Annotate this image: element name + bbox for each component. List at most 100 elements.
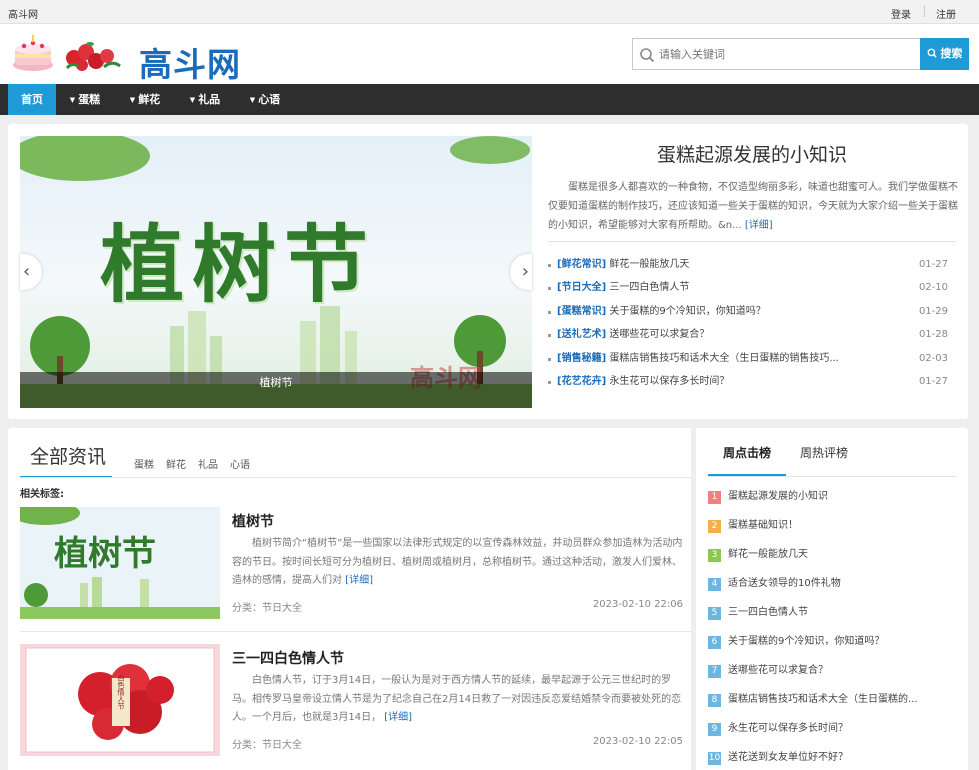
divider — [708, 476, 956, 477]
rank-number: 6 — [708, 636, 721, 649]
article-desc-text: 植树节简介“植树节”是一些国家以法律形式规定的以宣传森林效益，并动员群众参加造林… — [232, 538, 683, 586]
rank-title[interactable]: 送哪些花可以求复合？ — [728, 665, 828, 676]
nav-item-label: 鲜花 — [138, 93, 161, 106]
rank-title[interactable]: 蛋糕起源发展的小知识 — [728, 491, 828, 502]
news-tag[interactable]: [蛋糕常识] — [557, 306, 606, 317]
news-title[interactable]: 三一四白色情人节 — [609, 282, 689, 293]
list-item[interactable]: [蛋糕常识] 关于蛋糕的9个冷知识，你知道吗？ 01-29 — [548, 300, 948, 323]
list-item[interactable]: 2 蛋糕基础知识！ — [708, 516, 960, 545]
rank-title[interactable]: 适合送女领导的10件礼物 — [728, 578, 841, 589]
rank-title[interactable]: 蛋糕基础知识！ — [728, 520, 798, 531]
logo-text: 高斗网 — [139, 45, 241, 84]
login-link[interactable]: 登录 — [891, 6, 911, 21]
list-item[interactable]: 5 三一四白色情人节 — [708, 603, 960, 632]
nav-item-message[interactable]: ▼ 心语 — [240, 84, 290, 115]
news-title[interactable]: 永生花可以保存多长时间？ — [609, 376, 729, 387]
article-more-link[interactable]: [详细] — [345, 575, 373, 586]
article-title[interactable]: 植树节 — [232, 511, 274, 531]
nav-item-gift[interactable]: ▼ 礼品 — [180, 84, 230, 115]
bullet-icon — [548, 334, 551, 338]
nav-item-flower[interactable]: ▼ 鲜花 — [120, 84, 170, 115]
news-title[interactable]: 送哪些花可以求复合？ — [609, 329, 709, 340]
caret-down-icon: ▼ — [69, 96, 76, 104]
category-link-flower[interactable]: 鲜花 — [166, 460, 186, 471]
article-time: 2023-02-10 22:05 — [592, 736, 683, 747]
article-time: 2023-02-10 22:06 — [592, 599, 683, 610]
rank-title[interactable]: 永生花可以保存多长时间？ — [728, 723, 848, 734]
news-title[interactable]: 鲜花一般能放几天 — [609, 259, 689, 270]
news-tag[interactable]: [送礼艺术] — [557, 329, 606, 340]
tab-weekly-comments[interactable]: 周热评榜 — [800, 444, 848, 461]
bullet-icon — [548, 287, 551, 291]
list-item[interactable]: 10 送花送到女友单位好不好？ — [708, 748, 960, 770]
caret-down-icon: ▼ — [189, 96, 196, 104]
article-image: 植树节 — [20, 507, 220, 619]
search-button[interactable]: 搜索 — [920, 38, 969, 70]
news-tag[interactable]: [节日大全] — [557, 282, 606, 293]
register-link[interactable]: 注册 — [936, 6, 956, 21]
bullet-icon — [548, 310, 551, 314]
nav-item-label: 礼品 — [198, 93, 221, 106]
article-title[interactable]: 三一四白色情人节 — [232, 648, 344, 668]
article-more-link[interactable]: [详细] — [384, 712, 412, 723]
main-nav: 首页 ▼ 蛋糕 ▼ 鲜花 ▼ 礼品 ▼ 心语 — [0, 84, 979, 115]
list-item[interactable]: [鲜花常识] 鲜花一般能放几天 01-27 — [548, 253, 948, 276]
news-title[interactable]: 关于蛋糕的9个冷知识，你知道吗？ — [609, 306, 765, 317]
caret-down-icon: ▼ — [249, 96, 256, 104]
site-logo[interactable]: 高斗网 — [12, 32, 242, 84]
tab-weekly-clicks[interactable]: 周点击榜 — [708, 444, 786, 476]
search-box — [632, 38, 921, 70]
nav-item-cake[interactable]: ▼ 蛋糕 — [60, 84, 110, 115]
divider — [548, 241, 956, 242]
search-button-label: 搜索 — [940, 47, 963, 60]
carousel-caption[interactable]: 植树节 — [20, 372, 532, 408]
feature-title[interactable]: 蛋糕起源发展的小知识 — [544, 140, 960, 167]
category-links: 蛋糕 鲜花 礼品 心语 — [134, 456, 262, 471]
article-category: 分类：节日大全 — [232, 603, 302, 614]
nav-item-label: 首页 — [21, 93, 43, 106]
news-tag[interactable]: [花艺花卉] — [557, 376, 606, 387]
article-description: 白色情人节，订于3月14日，一般认为是对于西方情人节的延续，最早起源于公元三世纪… — [232, 672, 687, 728]
list-item[interactable]: 8 蛋糕店销售技巧和话术大全（生日蛋糕的... — [708, 690, 960, 719]
list-item[interactable]: [节日大全] 三一四白色情人节 02-10 — [548, 276, 948, 299]
list-item[interactable]: 7 送哪些花可以求复合？ — [708, 661, 960, 690]
search-bar: 搜索 — [632, 38, 969, 70]
carousel[interactable]: 植树节 高斗网 植树节 — [20, 136, 532, 408]
list-item[interactable]: [花艺花卉] 永生花可以保存多长时间？ 01-27 — [548, 370, 948, 393]
bullet-icon — [548, 264, 551, 267]
search-icon — [927, 48, 937, 58]
category-link-cake[interactable]: 蛋糕 — [134, 460, 154, 471]
article-thumbnail[interactable]: 植树节 — [20, 507, 220, 619]
news-list: [鲜花常识] 鲜花一般能放几天 01-27 [节日大全] 三一四白色情人节 02-1… — [548, 253, 948, 393]
rank-number: 7 — [708, 665, 721, 678]
category-link-message[interactable]: 心语 — [230, 460, 250, 471]
article-desc-text: 白色情人节，订于3月14日，一般认为是对于西方情人节的延续，最早起源于公元三世纪… — [232, 675, 682, 723]
list-item[interactable]: 4 适合送女领导的10件礼物 — [708, 574, 960, 603]
rank-title[interactable]: 送花送到女友单位好不好？ — [728, 752, 848, 763]
bullet-icon — [548, 357, 551, 361]
list-item[interactable]: [送礼艺术] 送哪些花可以求复合？ 01-28 — [548, 323, 948, 346]
article-image: 白色情人节 — [20, 644, 220, 756]
feature-more-link[interactable]: [详细] — [745, 220, 773, 231]
news-tag[interactable]: [销售秘籍] — [557, 353, 606, 364]
feature-description: 蛋糕是很多人都喜欢的一种食物，不仅造型绚丽多彩，味道也甜蜜可人。我们学做蛋糕不仅… — [548, 178, 958, 235]
chevron-right-icon: › — [521, 261, 529, 282]
nav-item-label: 心语 — [258, 93, 281, 106]
bullet-icon — [548, 380, 551, 384]
list-item[interactable]: 1 蛋糕起源发展的小知识 — [708, 487, 960, 516]
nav-item-home[interactable]: 首页 — [8, 84, 56, 115]
list-item[interactable]: 6 关于蛋糕的9个冷知识，你知道吗？ — [708, 632, 960, 661]
category-link-gift[interactable]: 礼品 — [198, 460, 218, 471]
list-item[interactable]: 3 鲜花一般能放几天 — [708, 545, 960, 574]
news-title[interactable]: 蛋糕店销售技巧和话术大全（生日蛋糕的销售技巧... — [609, 353, 839, 364]
rank-title[interactable]: 蛋糕店销售技巧和话术大全（生日蛋糕的... — [728, 694, 918, 705]
list-item[interactable]: 9 永生花可以保存多长时间？ — [708, 719, 960, 748]
rank-title[interactable]: 三一四白色情人节 — [728, 607, 808, 618]
news-date: 02-03 — [918, 352, 948, 364]
rank-title[interactable]: 鲜花一般能放几天 — [728, 549, 808, 560]
rank-title[interactable]: 关于蛋糕的9个冷知识，你知道吗？ — [728, 636, 884, 647]
search-input[interactable] — [659, 45, 914, 63]
list-item[interactable]: [销售秘籍] 蛋糕店销售技巧和话术大全（生日蛋糕的销售技巧... 02-03 — [548, 347, 948, 370]
article-thumbnail[interactable]: 白色情人节 — [20, 644, 220, 756]
news-tag[interactable]: [鲜花常识] — [557, 259, 606, 270]
